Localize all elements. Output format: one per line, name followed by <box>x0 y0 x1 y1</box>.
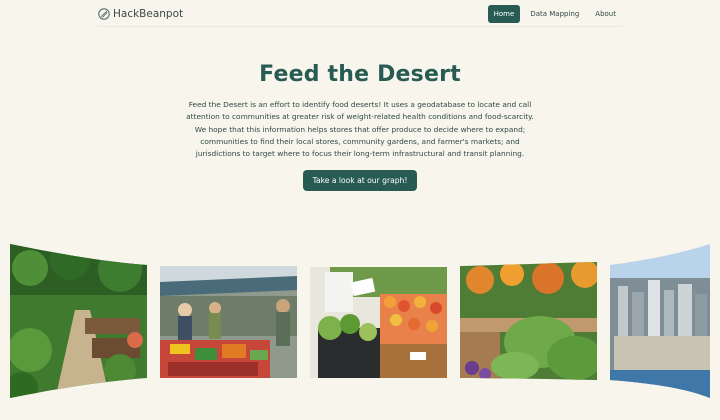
page-title: Feed the Desert <box>259 62 461 87</box>
brand[interactable]: HackBeanpot <box>98 8 183 20</box>
nav-menu: Home Data Mapping About <box>487 5 622 23</box>
hero-description: Feed the Desert is an effort to identify… <box>186 100 534 159</box>
view-graph-button[interactable]: Take a look at our graph! <box>302 170 418 192</box>
brand-name: HackBeanpot <box>113 8 184 20</box>
raised-garden-bed-image <box>460 262 597 380</box>
nav-about-link[interactable]: About <box>589 5 622 23</box>
navbar: HackBeanpot Home Data Mapping About <box>98 2 622 27</box>
grocery-produce-image <box>310 267 447 378</box>
hero-section: Feed the Desert Feed the Desert is an ef… <box>0 62 720 192</box>
image-gallery <box>0 240 720 406</box>
nav-data-mapping-link[interactable]: Data Mapping <box>524 5 585 23</box>
community-garden-image <box>10 244 147 398</box>
farmers-market-image <box>160 266 297 378</box>
nav-home-link[interactable]: Home <box>487 5 521 23</box>
city-skyline-image <box>610 244 710 398</box>
hackbeanpot-logo-icon <box>98 8 110 20</box>
